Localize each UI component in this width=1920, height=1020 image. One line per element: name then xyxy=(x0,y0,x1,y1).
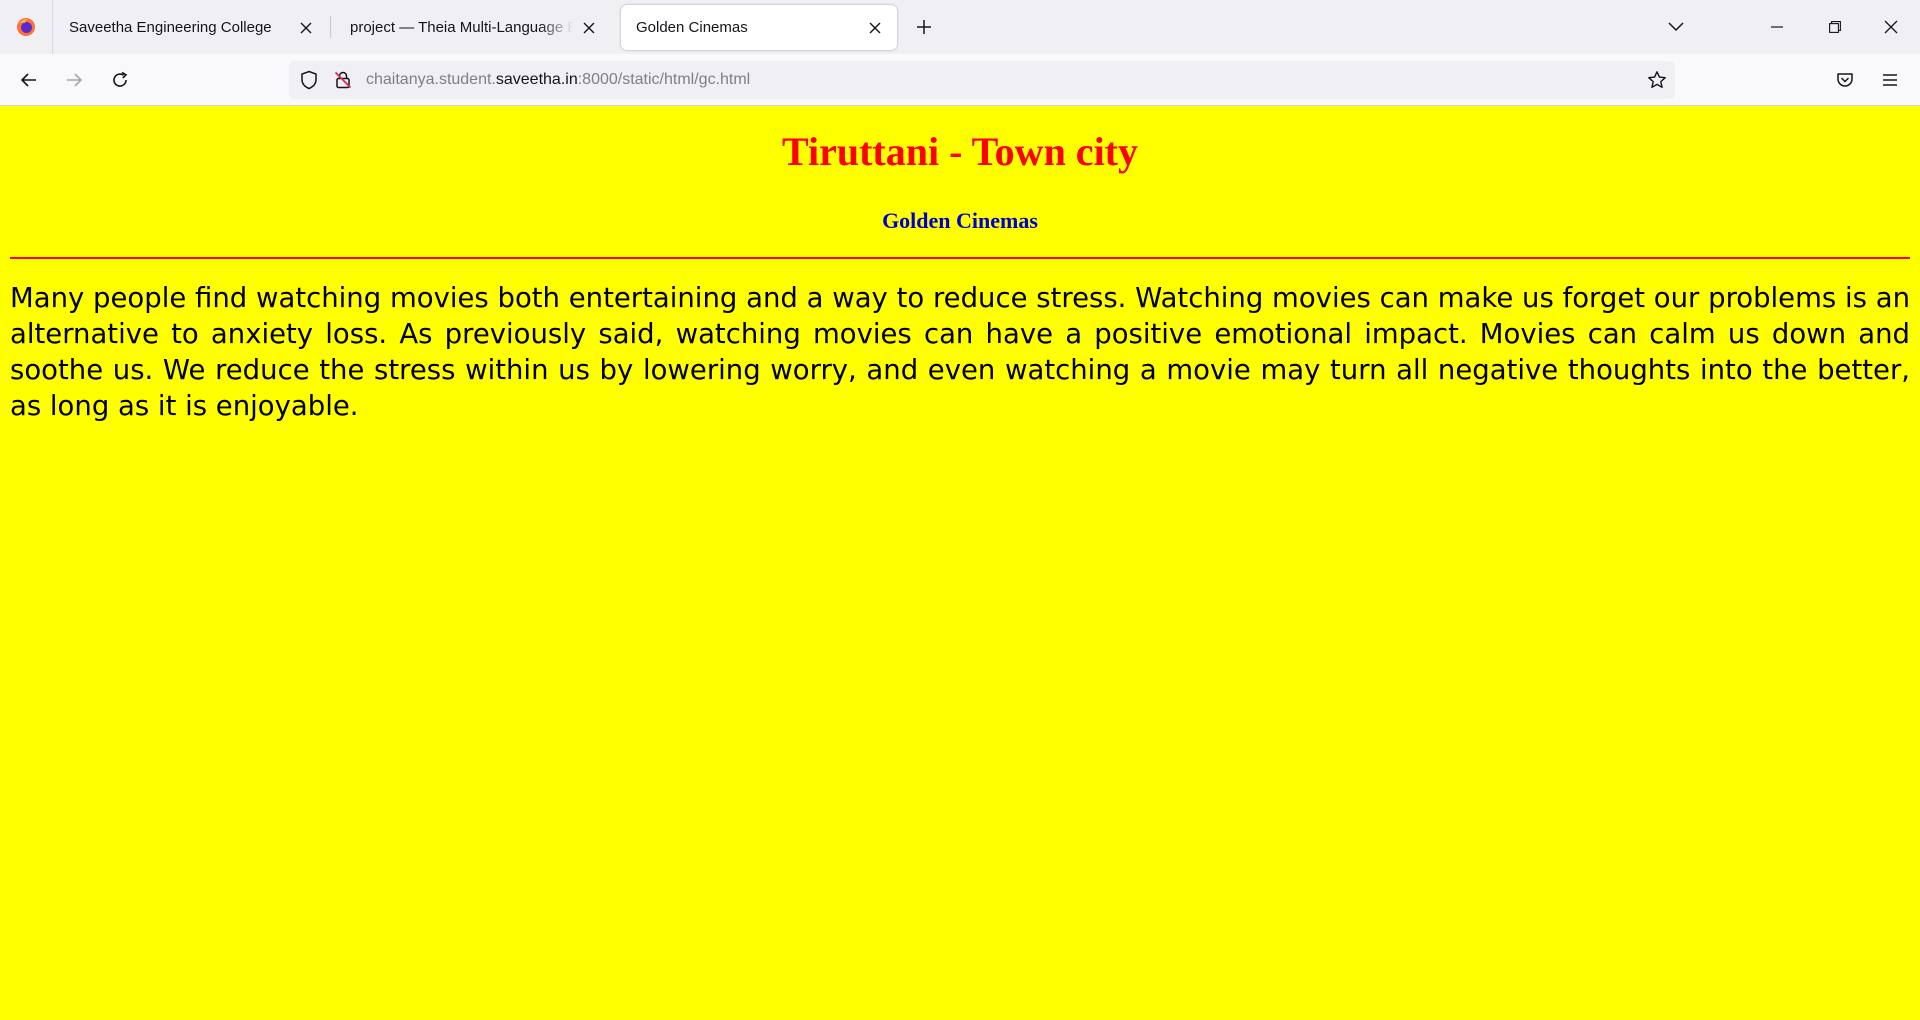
address-bar[interactable]: chaitanya.student.saveetha.in:8000/stati… xyxy=(289,61,1675,99)
url-text[interactable]: chaitanya.student.saveetha.in:8000/stati… xyxy=(366,61,750,99)
forward-arrow-icon[interactable] xyxy=(57,63,91,97)
window-close-icon[interactable] xyxy=(1868,0,1914,54)
tab-separator xyxy=(330,16,331,38)
close-tab-icon[interactable] xyxy=(296,18,316,38)
url-host: saveetha.in xyxy=(495,71,578,88)
tab-title: Saveetha Engineering College xyxy=(69,19,272,36)
navigation-toolbar: chaitanya.student.saveetha.in:8000/stati… xyxy=(0,54,1920,106)
firefox-logo-icon[interactable] xyxy=(0,0,53,54)
reload-icon[interactable] xyxy=(103,63,137,97)
url-prefix: chaitanya.student. xyxy=(366,71,496,88)
tab-golden-cinemas[interactable]: Golden Cinemas xyxy=(621,5,897,50)
tab-strip: Saveetha Engineering College project — T… xyxy=(0,0,1920,54)
new-tab-plus-icon[interactable] xyxy=(908,13,940,41)
url-suffix: :8000/static/html/gc.html xyxy=(577,71,751,88)
page-subheading: Golden Cinemas xyxy=(882,208,1038,233)
tab-project-theia[interactable]: project — Theia Multi-Language Ex xyxy=(335,5,611,50)
window-restore-icon[interactable] xyxy=(1812,0,1858,54)
back-arrow-icon[interactable] xyxy=(12,63,46,97)
horizontal-rule xyxy=(10,257,1910,259)
hamburger-menu-icon[interactable] xyxy=(1873,63,1907,97)
pocket-icon[interactable] xyxy=(1828,63,1862,97)
page-content: Tiruttani - Town city Golden Cinemas Man… xyxy=(0,106,1920,1020)
tracking-shield-icon[interactable] xyxy=(299,70,319,90)
insecure-lock-icon[interactable] xyxy=(333,70,353,90)
bookmark-star-icon[interactable] xyxy=(1647,70,1667,90)
list-all-tabs-chevron-icon[interactable] xyxy=(1660,13,1692,41)
window-minimize-icon[interactable] xyxy=(1754,0,1800,54)
page-heading: Tiruttani - Town city xyxy=(782,129,1138,174)
body-paragraph: Many people find watching movies both en… xyxy=(10,282,1910,422)
tab-title: project — Theia Multi-Language Ex xyxy=(350,19,573,36)
tab-title: Golden Cinemas xyxy=(636,19,748,36)
close-tab-icon[interactable] xyxy=(579,18,599,38)
close-tab-icon[interactable] xyxy=(865,18,885,38)
tab-saveetha-engineering-college[interactable]: Saveetha Engineering College xyxy=(54,5,328,50)
